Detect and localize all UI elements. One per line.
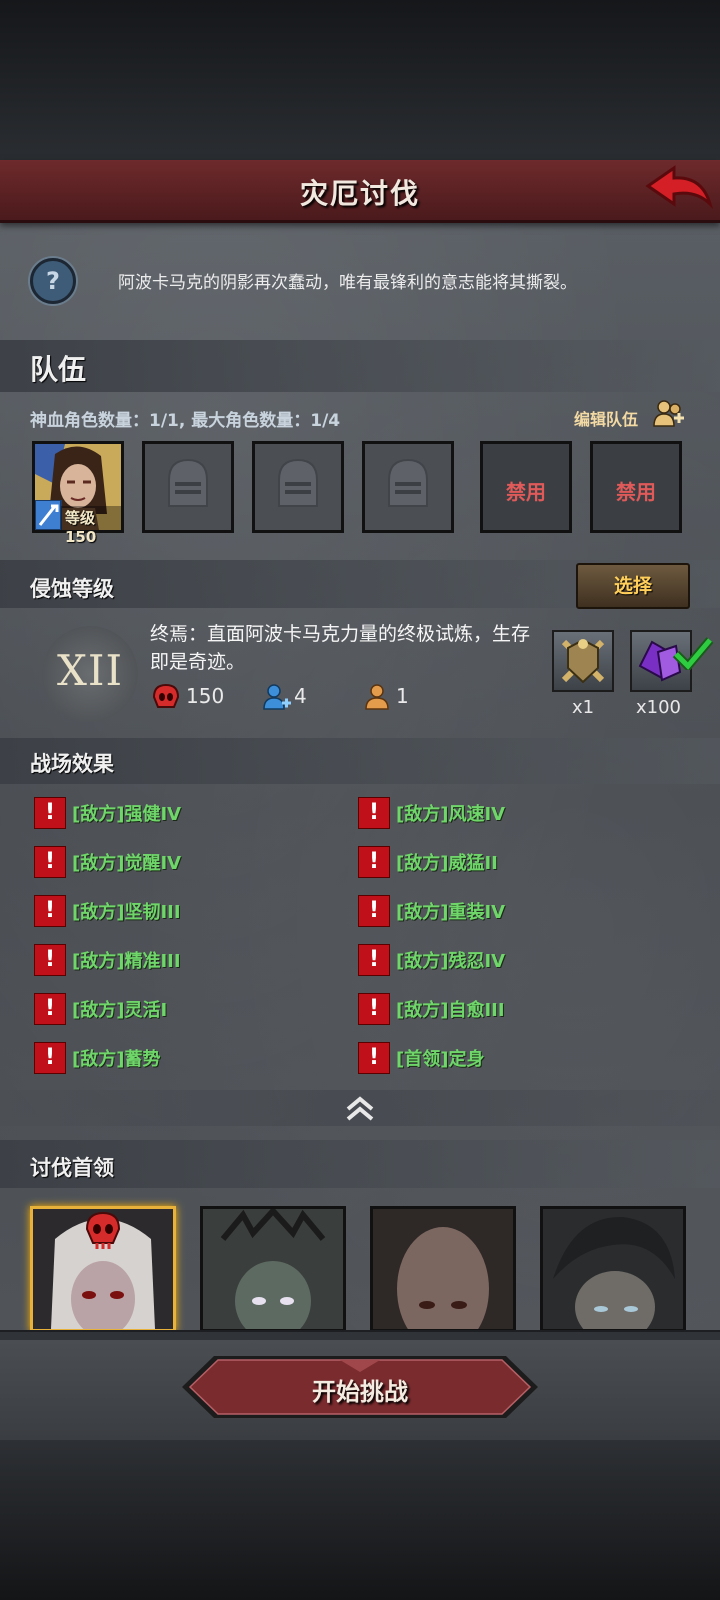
effect-label: [敌方]威猛II	[396, 853, 498, 874]
erosion-level-numeral: XII	[56, 646, 124, 695]
battlefield-section-title: 战场效果	[30, 752, 114, 776]
warning-icon: !	[358, 846, 390, 878]
effect-label: [敌方]精准III	[72, 951, 181, 972]
boss-card-4[interactable]	[540, 1206, 686, 1332]
boss-card-2[interactable]	[200, 1206, 346, 1332]
banned-label: 禁用	[506, 480, 546, 504]
battlefield-effect-item[interactable]: ! [敌方]残忍IV	[358, 944, 658, 976]
back-arrow-icon[interactable]	[644, 164, 714, 216]
helmet-placeholder-icon	[168, 458, 208, 507]
edit-team-button[interactable]: 编辑队伍	[574, 406, 638, 430]
team-bonus-value: 4	[294, 684, 307, 708]
warning-icon: !	[34, 944, 66, 976]
boss-portrait-4	[543, 1209, 683, 1329]
top-background	[0, 0, 720, 160]
warning-icon: !	[358, 895, 390, 927]
team-slot-hero[interactable]: 等级150	[32, 441, 124, 546]
effect-label: [敌方]强健IV	[72, 804, 182, 825]
boss-section-title: 讨伐首领	[30, 1156, 114, 1180]
warning-icon: !	[358, 1042, 390, 1074]
battlefield-effect-item[interactable]: ! [敌方]强健IV	[34, 797, 334, 829]
stage-description: 阿波卡马克的阴影再次蠢动，唯有最锋利的意志能将其撕裂。	[118, 273, 577, 293]
boss-portrait-3	[373, 1209, 513, 1329]
warning-icon: !	[34, 846, 66, 878]
team-count-info: 神血角色数量：1/1, 最大角色数量：1/4	[30, 411, 341, 431]
effect-label: [敌方]坚韧III	[72, 902, 181, 923]
enemy-level-value: 150	[186, 684, 225, 708]
effect-label: [敌方]残忍IV	[396, 951, 506, 972]
page-title: 灾厄讨伐	[299, 177, 420, 210]
team-slot-banned-1: 禁用	[480, 441, 572, 533]
owned-checkmark-icon	[672, 637, 714, 670]
team-slot-empty-1[interactable]	[142, 441, 234, 533]
battlefield-effect-item[interactable]: ! [敌方]重装IV	[358, 895, 658, 927]
boss-skull-icon	[85, 1211, 121, 1249]
start-challenge-label: 开始挑战	[312, 1378, 408, 1406]
battlefield-effect-item[interactable]: ! [敌方]自愈III	[358, 993, 658, 1025]
effect-label: [敌方]蓄势	[72, 1049, 161, 1070]
warning-icon: !	[34, 1042, 66, 1074]
warning-icon: !	[358, 993, 390, 1025]
enemy-level-skull-icon	[152, 683, 180, 708]
battlefield-effect-item[interactable]: ! [敌方]灵活I	[34, 993, 334, 1025]
team-section-header	[0, 340, 720, 392]
effect-label: [敌方]觉醒IV	[72, 853, 182, 874]
battlefield-effect-item[interactable]: ! [敌方]坚韧III	[34, 895, 334, 927]
erosion-section-title: 侵蚀等级	[30, 577, 114, 601]
team-slot-banned-2: 禁用	[590, 441, 682, 533]
effect-label: [敌方]风速IV	[396, 804, 506, 825]
team-bonus-icon	[263, 684, 291, 710]
effect-label: [敌方]自愈III	[396, 1000, 505, 1021]
reward-item-1[interactable]	[552, 630, 614, 692]
boss-portrait-2	[203, 1209, 343, 1329]
warning-icon: !	[34, 797, 66, 829]
battlefield-effect-item[interactable]: ! [首领]定身	[358, 1042, 658, 1074]
battlefield-effect-item[interactable]: ! [敌方]觉醒IV	[34, 846, 334, 878]
warning-icon: !	[34, 993, 66, 1025]
edit-team-icon[interactable]	[652, 398, 686, 430]
team-section-title: 队伍	[30, 353, 87, 386]
helmet-placeholder-icon	[388, 458, 428, 507]
helmet-placeholder-icon	[278, 458, 318, 507]
golden-crest-icon	[561, 638, 605, 684]
select-erosion-button[interactable]: 选择	[576, 563, 690, 609]
warning-icon: !	[358, 944, 390, 976]
hero-level: 等级150	[65, 509, 97, 546]
effect-label: [首领]定身	[396, 1049, 485, 1070]
boss-card-3[interactable]	[370, 1206, 516, 1332]
warning-icon: !	[34, 895, 66, 927]
battlefield-effect-item[interactable]: ! [敌方]蓄势	[34, 1042, 334, 1074]
banned-label: 禁用	[616, 480, 656, 504]
player-count-value: 1	[396, 684, 409, 708]
warning-icon: !	[358, 797, 390, 829]
reward-2-count: x100	[636, 697, 682, 718]
team-slot-empty-2[interactable]	[252, 441, 344, 533]
effect-label: [敌方]重装IV	[396, 902, 506, 923]
battlefield-effect-item[interactable]: ! [敌方]风速IV	[358, 797, 658, 829]
collapse-chevron-icon[interactable]	[340, 1091, 380, 1125]
effect-label: [敌方]灵活I	[72, 1000, 168, 1021]
battlefield-effect-item[interactable]: ! [敌方]精准III	[34, 944, 334, 976]
team-slot-empty-3[interactable]	[362, 441, 454, 533]
boss-card-1[interactable]	[30, 1206, 176, 1332]
reward-1-count: x1	[572, 697, 595, 718]
player-icon	[365, 684, 389, 710]
erosion-description: 终焉：直面阿波卡马克力量的终极试炼，生存即是奇迹。	[150, 623, 531, 673]
help-icon[interactable]: ?	[30, 258, 76, 304]
bottom-background	[0, 1440, 720, 1600]
battlefield-effect-item[interactable]: ! [敌方]威猛II	[358, 846, 658, 878]
